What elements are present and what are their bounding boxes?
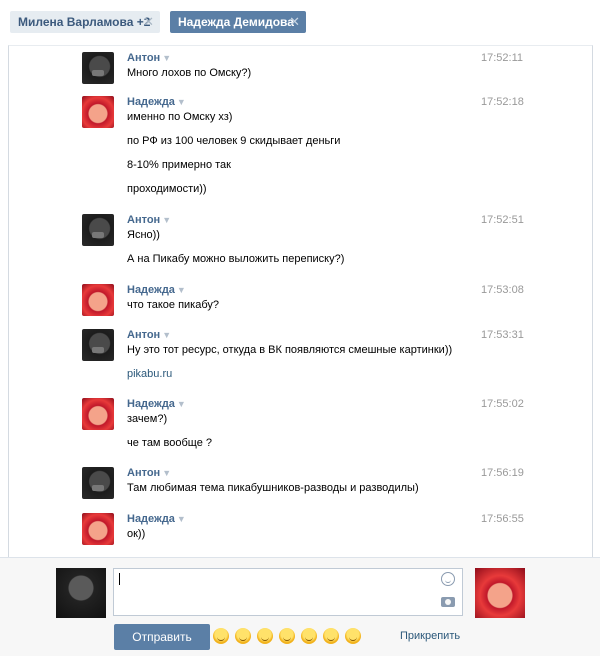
message-time: 17:53:31 xyxy=(481,329,524,341)
chevron-down-icon[interactable]: ▼ xyxy=(162,53,171,63)
text-caret xyxy=(119,573,120,585)
message-item: Антон ▼ 17:52:11 Много лохов по Омску?) xyxy=(9,52,592,91)
author-avatar[interactable] xyxy=(82,214,114,246)
message-time: 17:56:19 xyxy=(481,467,524,479)
message-time: 17:52:18 xyxy=(481,96,524,108)
message-item: Антон ▼ 17:56:19 Там любимая тема пикабушни… xyxy=(9,467,592,506)
message-time: 17:52:11 xyxy=(481,52,524,64)
message-list: Антон ▼ 17:52:11 Много лохов по Омску?) Наде… xyxy=(9,46,592,558)
tab-nadezhda[interactable]: Надежда Демидова ✕ xyxy=(170,11,306,33)
tab-label: Надежда Демидова xyxy=(178,15,294,29)
chevron-down-icon[interactable]: ▼ xyxy=(162,468,171,478)
message-text: ок)) xyxy=(127,528,146,540)
author-name-text: Надежда xyxy=(127,513,175,525)
message-time: 17:56:55 xyxy=(481,513,524,525)
message-item: Надежда ▼ 17:52:18 именно по Омску хз) по РФ… xyxy=(9,96,592,207)
author-avatar[interactable] xyxy=(82,467,114,499)
flushed-emoji[interactable] xyxy=(301,628,317,644)
tab-label: Милена Варламова +2 xyxy=(18,15,151,29)
author-name[interactable]: Антон ▼ xyxy=(127,52,171,64)
message-text: Там любимая тема пикабушников-разводы и … xyxy=(127,482,419,494)
author-name[interactable]: Антон ▼ xyxy=(127,214,171,226)
message-time: 17:53:08 xyxy=(481,284,524,296)
author-name-text: Надежда xyxy=(127,398,175,410)
author-name-text: Антон xyxy=(127,467,161,479)
author-avatar[interactable] xyxy=(82,96,114,128)
message-text: проходимости)) xyxy=(127,183,207,195)
message-text: именно по Омску хз) xyxy=(127,111,233,123)
send-button[interactable]: Отправить xyxy=(114,624,210,650)
message-text: по РФ из 100 человек 9 скидывает деньги xyxy=(127,135,341,147)
author-name-text: Надежда xyxy=(127,96,175,108)
grin-emoji[interactable] xyxy=(213,628,229,644)
message-time: 17:55:02 xyxy=(481,398,524,410)
author-name[interactable]: Надежда ▼ xyxy=(127,398,186,410)
message-input[interactable] xyxy=(113,568,463,616)
author-name-text: Надежда xyxy=(127,284,175,296)
smile-icon[interactable] xyxy=(441,572,455,586)
author-name-text: Антон xyxy=(127,329,161,341)
my-avatar[interactable] xyxy=(56,568,106,618)
relieved-emoji[interactable] xyxy=(235,628,251,644)
attach-link[interactable]: Прикрепить xyxy=(400,630,460,642)
camera-icon[interactable] xyxy=(441,597,455,607)
author-avatar[interactable] xyxy=(82,52,114,84)
chevron-down-icon[interactable]: ▼ xyxy=(177,399,186,409)
tab-milena[interactable]: Милена Варламова +2 ✕ xyxy=(10,11,160,33)
message-time: 17:52:51 xyxy=(481,214,524,226)
message-text: что такое пикабу? xyxy=(127,299,220,311)
emoji-bar xyxy=(213,628,367,646)
dialog-tabs: Милена Варламова +2 ✕ Надежда Демидова ✕ xyxy=(0,0,600,45)
author-avatar[interactable] xyxy=(82,513,114,545)
message-text: А на Пикабу можно выложить переписку?) xyxy=(127,253,345,265)
message-text: Много лохов по Омску?) xyxy=(127,67,252,79)
chevron-down-icon[interactable]: ▼ xyxy=(177,285,186,295)
chevron-down-icon[interactable]: ▼ xyxy=(177,97,186,107)
chevron-down-icon[interactable]: ▼ xyxy=(162,330,171,340)
author-name-text: Антон xyxy=(127,52,161,64)
blush-emoji[interactable] xyxy=(279,628,295,644)
chat-history[interactable]: Антон ▼ 17:52:11 Много лохов по Омску?) Наде… xyxy=(8,45,593,558)
message-text: Ну это тот ресурс, откуда в ВК появляютс… xyxy=(127,344,453,356)
message-item: Надежда ▼ 17:55:02 зачем?) че там вообще ? xyxy=(9,398,592,461)
author-name[interactable]: Надежда ▼ xyxy=(127,284,186,296)
author-name[interactable]: Антон ▼ xyxy=(127,467,171,479)
message-item: Антон ▼ 17:53:31 Ну это тот ресурс, откуда … xyxy=(9,329,592,392)
wink-emoji[interactable] xyxy=(323,628,339,644)
chevron-down-icon[interactable]: ▼ xyxy=(162,215,171,225)
close-icon[interactable]: ✕ xyxy=(143,11,154,33)
compose-area: Отправить Прикрепить xyxy=(0,557,600,656)
message-text: зачем?) xyxy=(127,413,168,425)
laugh-tears-emoji[interactable] xyxy=(257,628,273,644)
close-icon[interactable]: ✕ xyxy=(289,11,300,33)
author-avatar[interactable] xyxy=(82,284,114,316)
message-item: Надежда ▼ 17:56:55 ок)) xyxy=(9,513,592,552)
author-avatar[interactable] xyxy=(82,329,114,361)
chevron-down-icon[interactable]: ▼ xyxy=(177,514,186,524)
peer-avatar[interactable] xyxy=(475,568,525,618)
author-name-text: Антон xyxy=(127,214,161,226)
message-text: Ясно)) xyxy=(127,229,160,241)
author-avatar[interactable] xyxy=(82,398,114,430)
message-link[interactable]: pikabu.ru xyxy=(127,368,172,380)
author-name[interactable]: Надежда ▼ xyxy=(127,513,186,525)
author-name[interactable]: Антон ▼ xyxy=(127,329,171,341)
message-item: Надежда ▼ 17:53:08 что такое пикабу? xyxy=(9,284,592,323)
heart-eyes-emoji[interactable] xyxy=(345,628,361,644)
message-text: че там вообще ? xyxy=(127,437,213,449)
message-text: 8-10% примерно так xyxy=(127,159,231,171)
message-item: Антон ▼ 17:52:51 Ясно)) А на Пикабу можно вы… xyxy=(9,214,592,277)
author-name[interactable]: Надежда ▼ xyxy=(127,96,186,108)
